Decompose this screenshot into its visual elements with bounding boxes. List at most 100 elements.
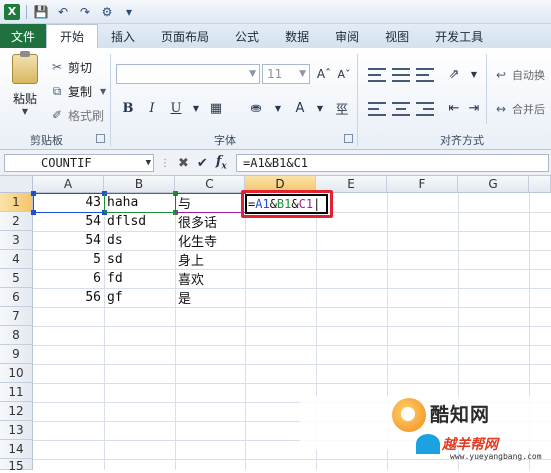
redo-icon[interactable]: ↷ bbox=[77, 4, 93, 20]
name-box-dropdown-icon[interactable]: ▼ bbox=[146, 158, 151, 168]
insert-function-icon[interactable]: fx bbox=[216, 154, 227, 172]
font-name-dropdown-icon[interactable]: ▼ bbox=[249, 69, 256, 79]
underline-icon[interactable]: U bbox=[166, 98, 186, 118]
cell-b6[interactable]: gf bbox=[104, 288, 175, 307]
fill-color-dropdown-icon[interactable]: ▼ bbox=[268, 98, 288, 118]
italic-icon[interactable]: I bbox=[142, 98, 162, 118]
cell-c3[interactable]: 化生寺 bbox=[175, 231, 245, 250]
align-right-icon[interactable] bbox=[416, 102, 434, 116]
merge-center-button[interactable]: ↔ 合并后 bbox=[494, 100, 545, 118]
row-header-12[interactable]: 12 bbox=[0, 402, 33, 421]
save-icon[interactable]: 💾 bbox=[33, 4, 49, 20]
reference-border-c1 bbox=[175, 193, 246, 213]
cell-c4[interactable]: 身上 bbox=[175, 250, 245, 269]
column-header-g[interactable]: G bbox=[458, 176, 529, 193]
copy-button[interactable]: ⧉ 复制 ▼ bbox=[50, 82, 110, 100]
align-top-icon[interactable] bbox=[368, 68, 386, 82]
font-size-combo[interactable]: 11 ▼ bbox=[262, 64, 310, 84]
name-box[interactable]: COUNTIF ▼ bbox=[4, 154, 154, 172]
tab-formulas[interactable]: 公式 bbox=[222, 24, 272, 48]
cell-a3[interactable]: 54 bbox=[33, 231, 104, 250]
grow-font-icon[interactable]: Aˆ bbox=[314, 64, 334, 84]
tab-view[interactable]: 视图 bbox=[372, 24, 422, 48]
cell-b3[interactable]: ds bbox=[104, 231, 175, 250]
align-middle-icon[interactable] bbox=[392, 68, 410, 82]
cell-c2[interactable]: 很多话 bbox=[175, 212, 245, 231]
row-header-14[interactable]: 14 bbox=[0, 440, 33, 459]
row-header-7[interactable]: 7 bbox=[0, 307, 33, 326]
row-header-6[interactable]: 6 bbox=[0, 288, 33, 307]
clipboard-launcher-icon[interactable] bbox=[96, 134, 105, 143]
copy-dropdown-icon[interactable]: ▼ bbox=[96, 87, 110, 96]
font-launcher-icon[interactable] bbox=[344, 134, 353, 143]
quick-access-toolbar: X 💾 ↶ ↷ ⚙ ▾ bbox=[0, 0, 551, 24]
cell-a5[interactable]: 6 bbox=[33, 269, 104, 288]
cell-b5[interactable]: fd bbox=[104, 269, 175, 288]
wrap-text-label: 自动换 bbox=[512, 69, 545, 82]
reference-handle[interactable] bbox=[31, 210, 36, 215]
paste-dropdown-icon[interactable]: ▼ bbox=[22, 107, 28, 116]
row-header-2[interactable]: 2 bbox=[0, 212, 33, 231]
phonetic-icon[interactable]: 巠 bbox=[332, 98, 352, 118]
customize-toolbar-icon[interactable]: ▾ bbox=[121, 4, 137, 20]
resize-handle-icon[interactable]: ⋮ bbox=[160, 158, 170, 169]
tab-insert[interactable]: 插入 bbox=[98, 24, 148, 48]
column-header-next[interactable] bbox=[529, 176, 551, 193]
shrink-font-icon[interactable]: Aˇ bbox=[334, 64, 354, 84]
clipboard-icon bbox=[12, 51, 38, 84]
cell-a6[interactable]: 56 bbox=[33, 288, 104, 307]
underline-dropdown-icon[interactable]: ▼ bbox=[186, 98, 206, 118]
row-header-5[interactable]: 5 bbox=[0, 269, 33, 288]
undo-icon[interactable]: ↶ bbox=[55, 4, 71, 20]
column-header-b[interactable]: B bbox=[104, 176, 175, 193]
column-header-a[interactable]: A bbox=[33, 176, 104, 193]
column-header-f[interactable]: F bbox=[387, 176, 458, 193]
row-header-10[interactable]: 10 bbox=[0, 364, 33, 383]
tab-data[interactable]: 数据 bbox=[272, 24, 322, 48]
align-bottom-icon[interactable] bbox=[416, 68, 434, 82]
tools-icon[interactable]: ⚙ bbox=[99, 4, 115, 20]
wrap-text-button[interactable]: ↩ 自动换 bbox=[494, 66, 545, 84]
cell-b2[interactable]: dflsd bbox=[104, 212, 175, 231]
enter-icon[interactable]: ✔ bbox=[197, 156, 208, 171]
cell-c6[interactable]: 是 bbox=[175, 288, 245, 307]
font-color-icon[interactable]: A bbox=[290, 98, 310, 118]
row-header-3[interactable]: 3 bbox=[0, 231, 33, 250]
format-painter-button[interactable]: ✐ 格式刷 bbox=[50, 106, 104, 124]
orientation-dropdown-icon[interactable]: ▼ bbox=[464, 64, 484, 84]
cell-c5[interactable]: 喜欢 bbox=[175, 269, 245, 288]
tab-review[interactable]: 审阅 bbox=[322, 24, 372, 48]
orientation-icon[interactable]: ⇗ bbox=[444, 64, 464, 84]
row-header-1[interactable]: 1 bbox=[0, 193, 33, 212]
paste-button[interactable]: 粘贴 ▼ bbox=[6, 51, 44, 116]
cell-a2[interactable]: 54 bbox=[33, 212, 104, 231]
cell-a4[interactable]: 5 bbox=[33, 250, 104, 269]
align-center-icon[interactable] bbox=[392, 102, 410, 116]
tab-file[interactable]: 文件 bbox=[0, 24, 46, 48]
row-header-4[interactable]: 4 bbox=[0, 250, 33, 269]
row-header-11[interactable]: 11 bbox=[0, 383, 33, 402]
tab-page-layout[interactable]: 页面布局 bbox=[148, 24, 222, 48]
row-header-15[interactable]: 15 bbox=[0, 459, 33, 473]
row-header-8[interactable]: 8 bbox=[0, 326, 33, 345]
tab-developer[interactable]: 开发工具 bbox=[422, 24, 496, 48]
decrease-indent-icon[interactable]: ⇤ bbox=[444, 98, 464, 118]
font-size-dropdown-icon[interactable]: ▼ bbox=[299, 69, 306, 79]
align-left-icon[interactable] bbox=[368, 102, 386, 116]
row-header-9[interactable]: 9 bbox=[0, 345, 33, 364]
font-name-combo[interactable]: ▼ bbox=[116, 64, 260, 84]
tab-home[interactable]: 开始 bbox=[46, 24, 99, 48]
reference-handle[interactable] bbox=[31, 191, 36, 196]
formula-input[interactable]: =A1&B1&C1 bbox=[236, 154, 549, 172]
select-all-corner[interactable] bbox=[0, 176, 33, 193]
cell-b4[interactable]: sd bbox=[104, 250, 175, 269]
borders-icon[interactable]: ▦ bbox=[206, 98, 226, 118]
cut-button[interactable]: ✂ 剪切 bbox=[50, 58, 92, 76]
column-header-c[interactable]: C bbox=[175, 176, 245, 193]
fill-color-icon[interactable]: ⛂ bbox=[246, 98, 266, 118]
cancel-icon[interactable]: ✖ bbox=[178, 156, 189, 171]
bold-icon[interactable]: B bbox=[118, 98, 138, 118]
row-header-13[interactable]: 13 bbox=[0, 421, 33, 440]
increase-indent-icon[interactable]: ⇥ bbox=[464, 98, 484, 118]
font-color-dropdown-icon[interactable]: ▼ bbox=[310, 98, 330, 118]
